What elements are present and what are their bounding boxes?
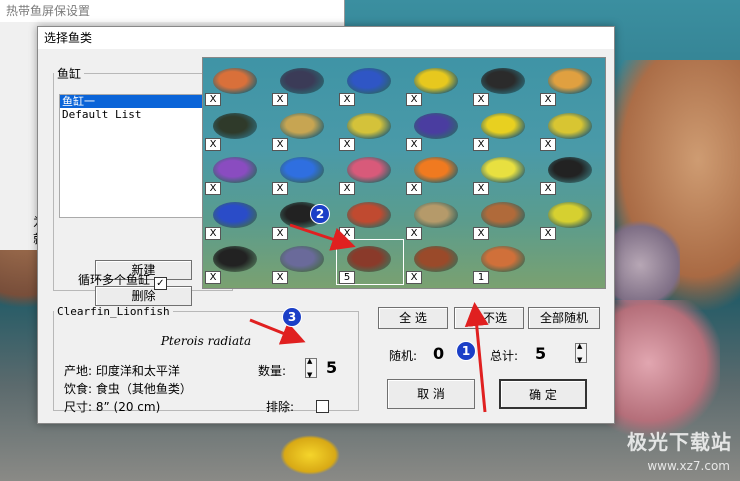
annotation-badge-3: 3 xyxy=(282,307,302,327)
annotation-arrows xyxy=(249,223,489,413)
annotation-badge-2: 2 xyxy=(310,204,330,224)
arrow-1 xyxy=(464,302,489,413)
annotation-badge-1: 1 xyxy=(456,341,476,361)
arrow-2 xyxy=(289,223,356,251)
